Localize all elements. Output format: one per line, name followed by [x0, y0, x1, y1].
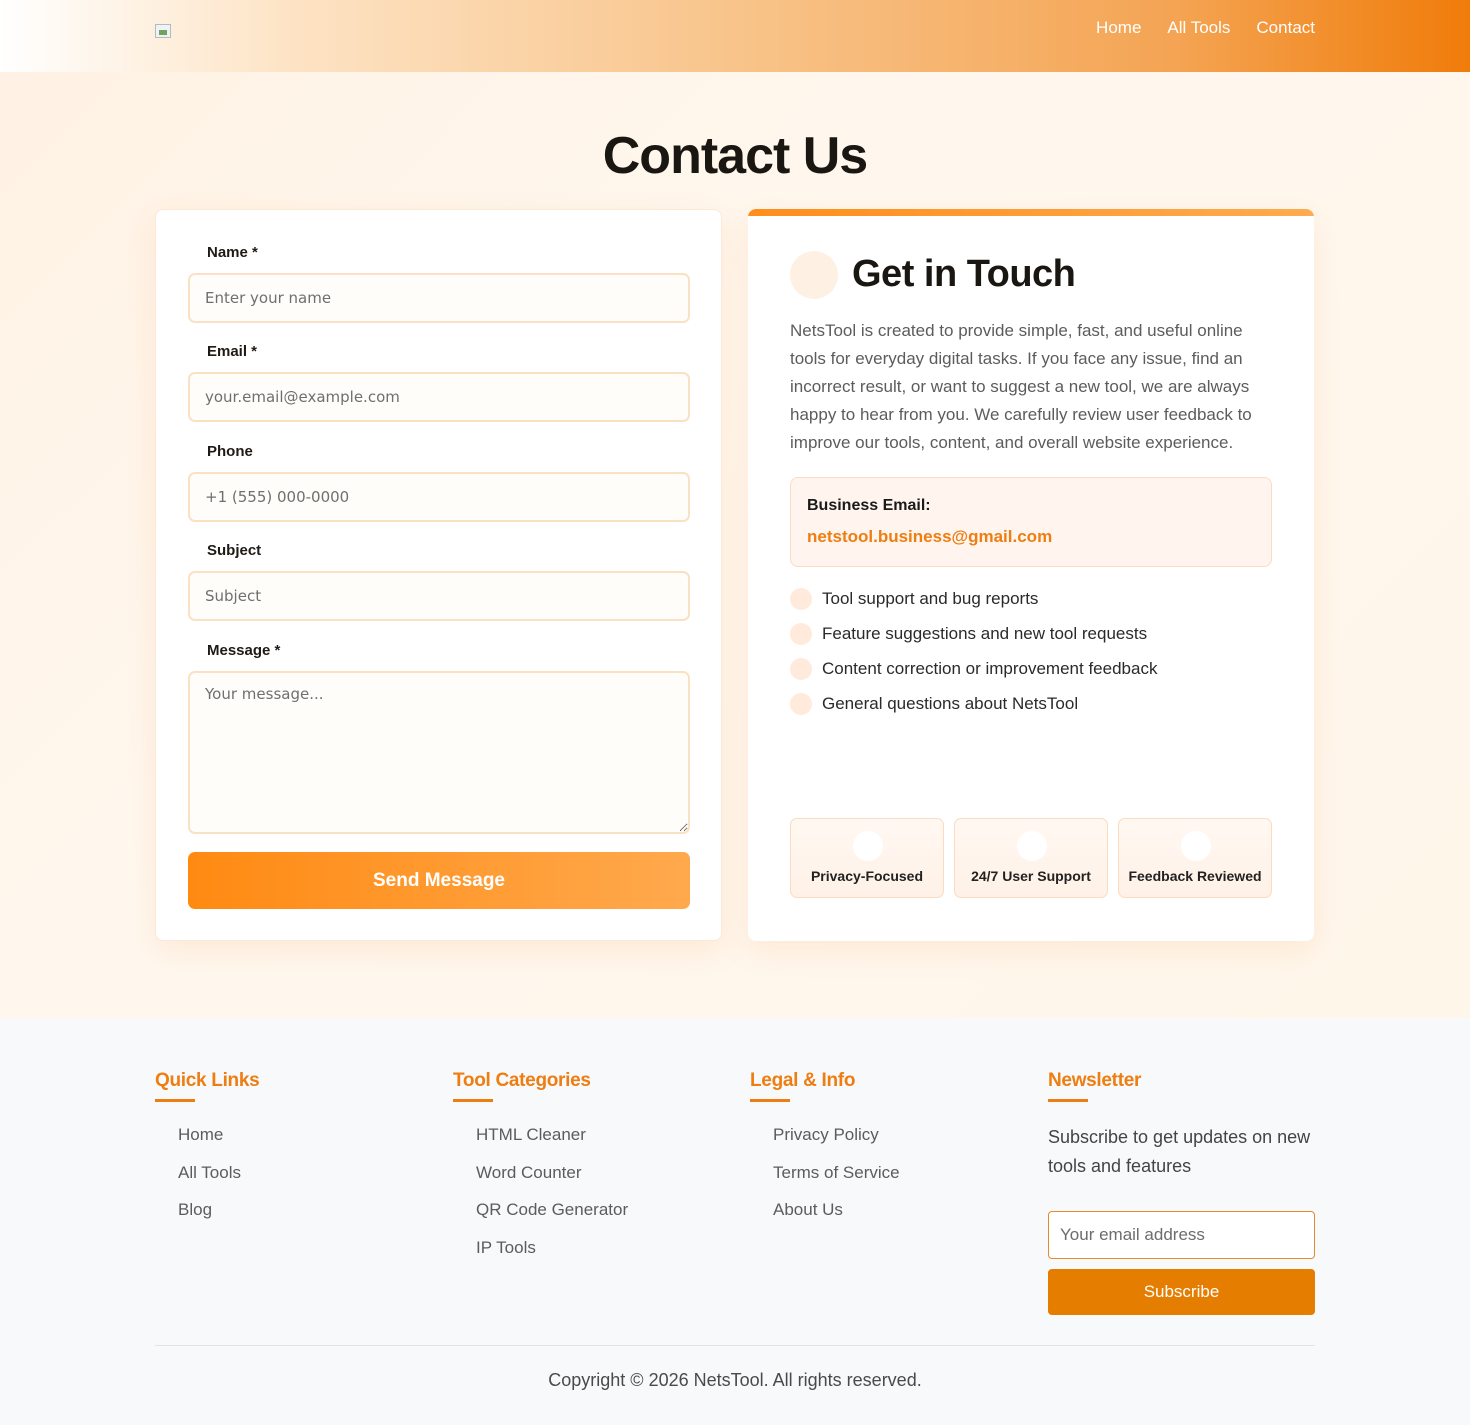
check-icon — [790, 588, 812, 610]
heading-underline — [750, 1099, 790, 1102]
heading-underline — [1048, 1099, 1088, 1102]
list-item: General questions about NetsTool — [790, 692, 1157, 727]
footer-link-qr-code-generator[interactable]: QR Code Generator — [476, 1200, 628, 1219]
support-topics-list: Tool support and bug reports Feature sug… — [790, 587, 1157, 727]
get-in-touch-card: Get in Touch NetsTool is created to prov… — [748, 209, 1314, 941]
logo-image-icon[interactable] — [155, 24, 171, 38]
message-label: Message * — [207, 642, 281, 659]
footer-divider — [155, 1345, 1315, 1346]
get-in-touch-title: Get in Touch — [852, 253, 1076, 295]
footer-quick-links: Quick Links Home All Tools Blog — [155, 1070, 260, 1238]
subject-input[interactable] — [188, 571, 690, 621]
subscribe-button[interactable]: Subscribe — [1048, 1269, 1315, 1315]
list-item: Tool support and bug reports — [790, 587, 1157, 622]
heading-underline — [155, 1099, 195, 1102]
contact-section: Contact Us Name * Email * Phone Subject … — [0, 72, 1470, 1018]
footer-heading: Quick Links — [155, 1070, 260, 1091]
headset-icon — [1017, 831, 1047, 861]
feedback-badge: Feedback Reviewed — [1118, 818, 1272, 898]
subject-label: Subject — [207, 542, 262, 559]
phone-input[interactable] — [188, 472, 690, 522]
newsletter-text: Subscribe to get updates on new tools an… — [1048, 1127, 1311, 1176]
heading-underline — [453, 1099, 493, 1102]
copyright-text: Copyright © 2026 NetsTool. All rights re… — [548, 1370, 922, 1390]
footer-link-about-us[interactable]: About Us — [773, 1200, 843, 1219]
site-footer: Quick Links Home All Tools Blog Tool Cat… — [0, 1018, 1470, 1425]
footer-link-blog[interactable]: Blog — [178, 1200, 212, 1219]
footer-heading: Newsletter — [1048, 1070, 1142, 1091]
footer-link-word-counter[interactable]: Word Counter — [476, 1163, 582, 1182]
support-badge: 24/7 User Support — [954, 818, 1108, 898]
lock-icon — [853, 831, 883, 861]
business-email-link[interactable]: netstool.business@gmail.com — [807, 527, 1052, 547]
contact-icon — [790, 251, 838, 299]
list-item: Content correction or improvement feedba… — [790, 657, 1157, 692]
contact-form-card: Name * Email * Phone Subject Message * S… — [155, 209, 722, 941]
footer-link-ip-tools[interactable]: IP Tools — [476, 1238, 536, 1257]
newsletter-email-input[interactable] — [1048, 1211, 1315, 1259]
nav-contact-link[interactable]: Contact — [1256, 18, 1315, 38]
footer-link-all-tools[interactable]: All Tools — [178, 1163, 241, 1182]
footer-heading: Tool Categories — [453, 1070, 591, 1091]
nav-home-link[interactable]: Home — [1096, 18, 1141, 38]
footer-legal: Legal & Info Privacy Policy Terms of Ser… — [750, 1070, 900, 1238]
main-nav: Home All Tools Contact — [1096, 18, 1315, 38]
name-label: Name * — [207, 244, 258, 261]
send-message-button[interactable]: Send Message — [188, 852, 690, 909]
feedback-icon — [1181, 831, 1211, 861]
get-in-touch-description: NetsTool is created to provide simple, f… — [790, 321, 1252, 452]
list-item: Feature suggestions and new tool request… — [790, 622, 1157, 657]
business-email-label: Business Email: — [807, 497, 931, 514]
footer-link-html-cleaner[interactable]: HTML Cleaner — [476, 1125, 586, 1144]
card-accent-bar — [748, 209, 1314, 216]
privacy-badge: Privacy-Focused — [790, 818, 944, 898]
nav-all-tools-link[interactable]: All Tools — [1167, 18, 1230, 38]
check-icon — [790, 693, 812, 715]
footer-link-home[interactable]: Home — [178, 1125, 223, 1144]
footer-heading: Legal & Info — [750, 1070, 856, 1091]
footer-link-privacy-policy[interactable]: Privacy Policy — [773, 1125, 879, 1144]
email-input[interactable] — [188, 372, 690, 422]
business-email-box: Business Email: netstool.business@gmail.… — [790, 477, 1272, 567]
site-header: Home All Tools Contact — [0, 0, 1470, 72]
message-textarea[interactable] — [188, 671, 690, 834]
footer-newsletter: Newsletter Subscribe to get updates on n… — [1048, 1070, 1315, 1330]
check-icon — [790, 658, 812, 680]
check-icon — [790, 623, 812, 645]
page-title: Contact Us — [602, 127, 868, 185]
email-label: Email * — [207, 343, 258, 360]
footer-link-terms[interactable]: Terms of Service — [773, 1163, 900, 1182]
footer-tool-categories: Tool Categories HTML Cleaner Word Counte… — [453, 1070, 628, 1275]
phone-label: Phone — [207, 443, 253, 460]
name-input[interactable] — [188, 273, 690, 323]
